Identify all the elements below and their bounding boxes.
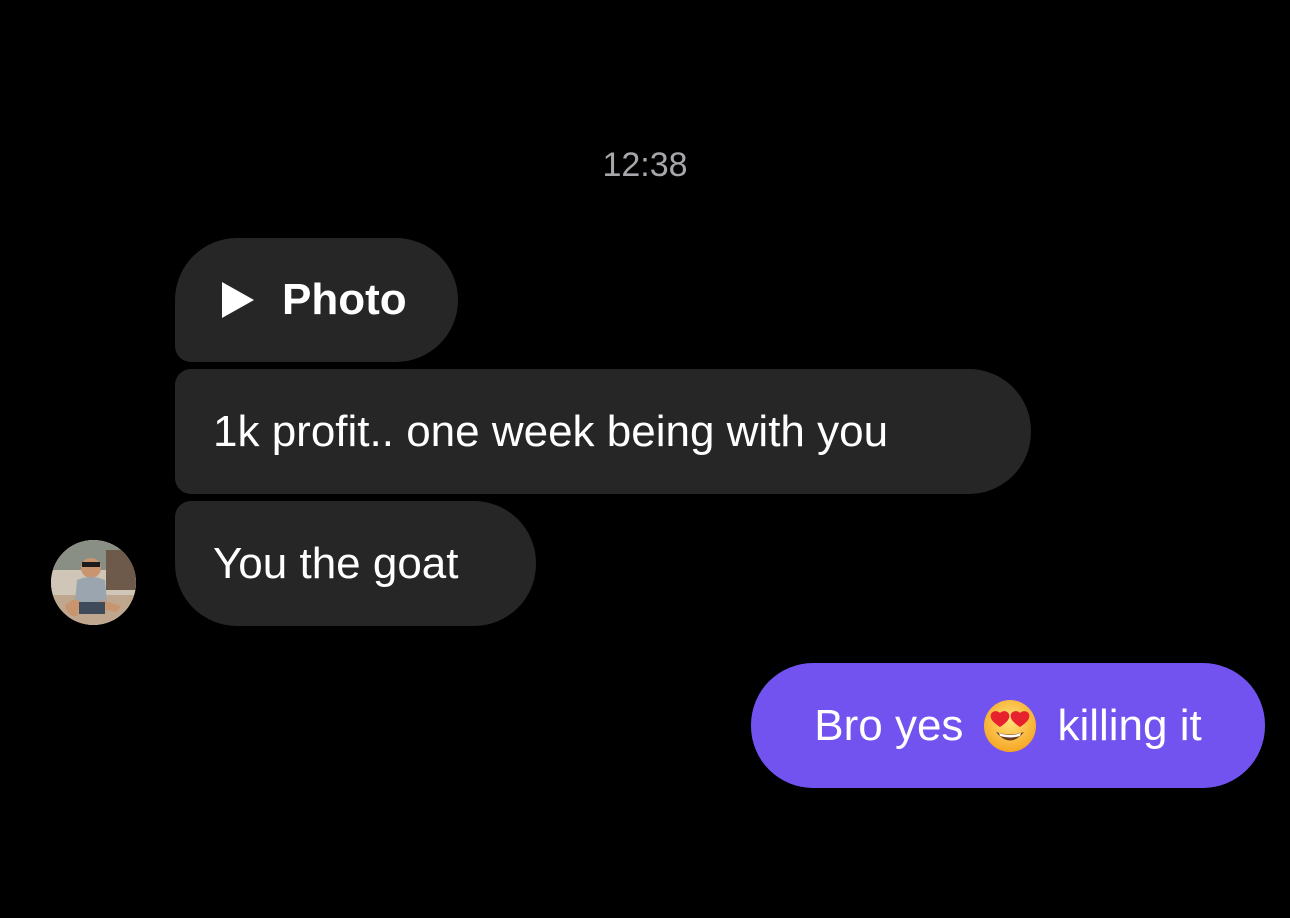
received-message-bubble[interactable]: You the goat <box>175 501 536 626</box>
avatar[interactable] <box>51 540 136 625</box>
message-text-before: Bro yes <box>814 700 964 750</box>
message-text: You the goat <box>213 538 459 588</box>
play-icon <box>222 282 254 318</box>
sent-message-bubble[interactable]: Bro yes killing it <box>751 663 1265 788</box>
message-text: 1k profit.. one week being with you <box>213 406 889 456</box>
message-timestamp: 12:38 <box>602 146 688 184</box>
heart-eyes-emoji-icon <box>984 699 1037 752</box>
photo-label: Photo <box>282 275 407 324</box>
photo-message-bubble[interactable]: Photo <box>175 238 458 362</box>
chat-thread: 12:38 Photo 1k profit.. one week being w… <box>0 0 1290 918</box>
avatar-photo <box>51 540 136 625</box>
message-text-after: killing it <box>1057 700 1202 750</box>
received-message-bubble[interactable]: 1k profit.. one week being with you <box>175 369 1031 494</box>
